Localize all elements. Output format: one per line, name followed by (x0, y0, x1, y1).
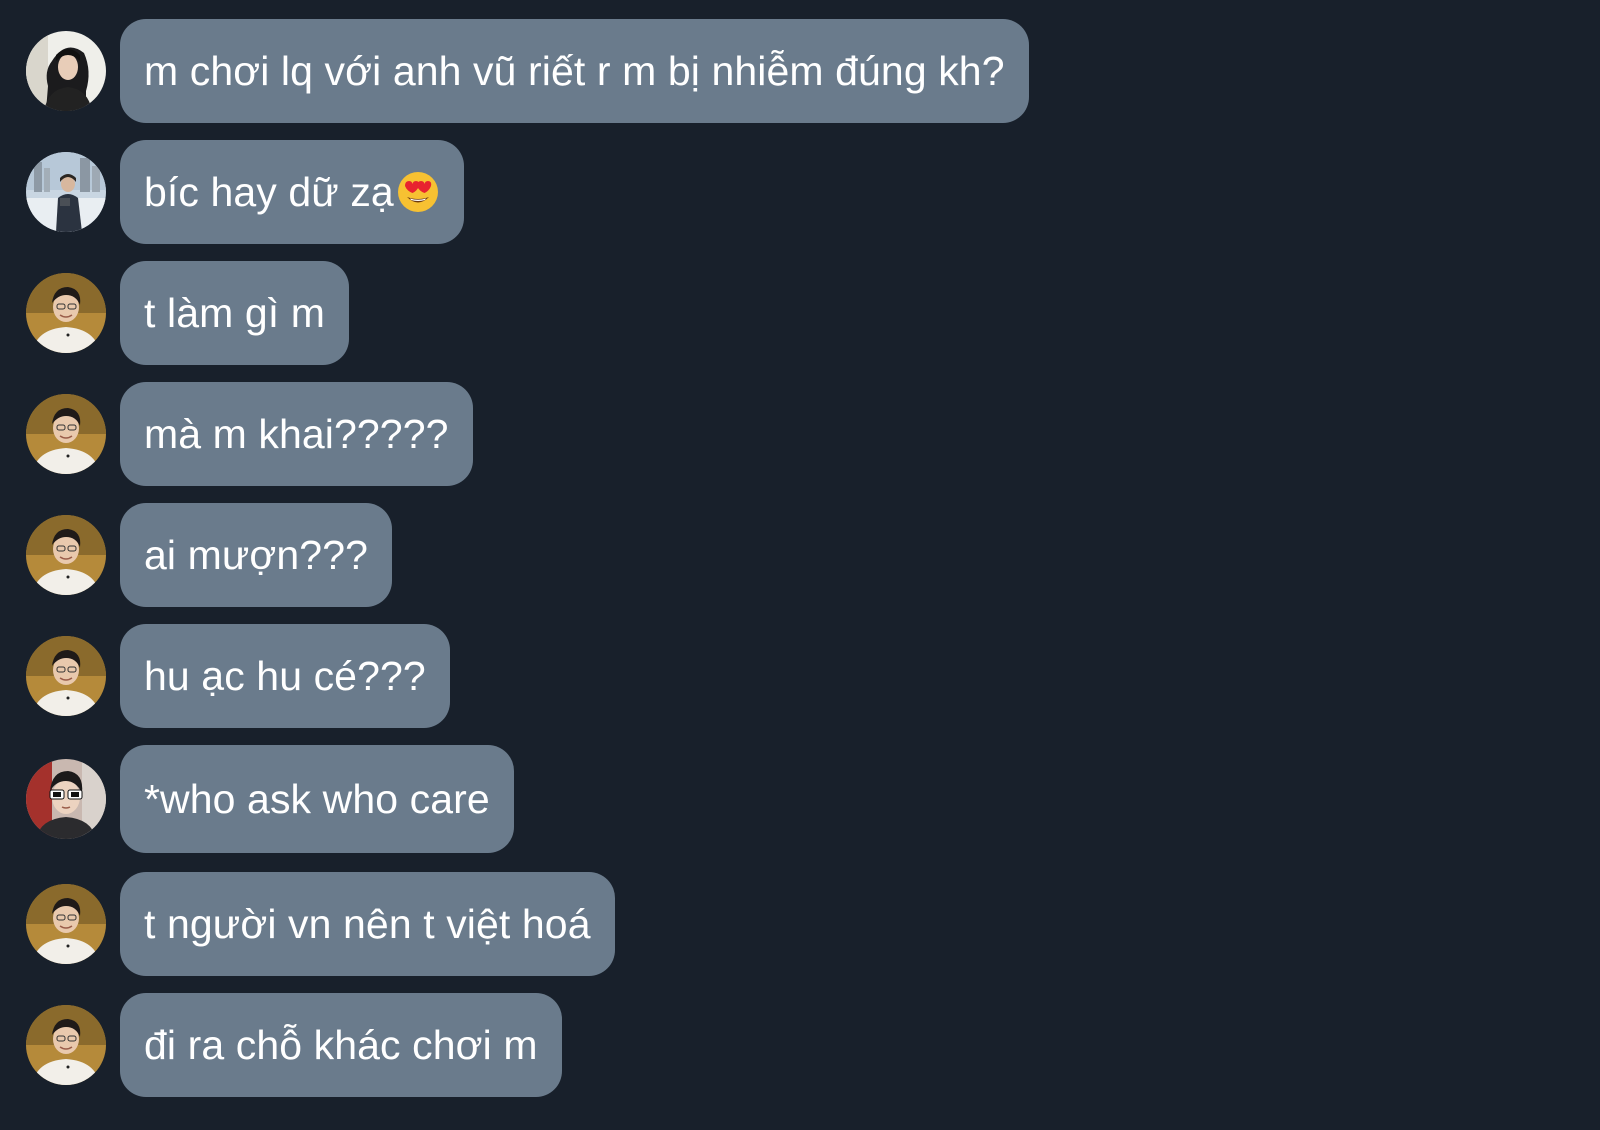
message-row[interactable]: hu ạc hu cé??? (26, 624, 450, 728)
avatar[interactable] (26, 759, 106, 839)
message-text: bíc hay dữ zạ (144, 169, 394, 215)
avatar-boy-smiling (26, 636, 106, 716)
avatar[interactable] (26, 273, 106, 353)
avatar-boy-smiling (26, 515, 106, 595)
message-text: t làm gì m (144, 290, 325, 336)
message-text: *who ask who care (144, 776, 490, 822)
message-row[interactable]: mà m khai????? (26, 382, 473, 486)
avatar[interactable] (26, 31, 106, 111)
avatar[interactable] (26, 1005, 106, 1085)
avatar-boy-sunglasses (26, 759, 106, 839)
message-bubble[interactable]: hu ạc hu cé??? (120, 624, 450, 728)
avatar[interactable] (26, 152, 106, 232)
message-bubble[interactable]: t người vn nên t việt hoá (120, 872, 615, 976)
avatar-boy-smiling (26, 394, 106, 474)
message-row[interactable]: t người vn nên t việt hoá (26, 872, 615, 976)
message-text: t người vn nên t việt hoá (144, 901, 591, 947)
message-bubble[interactable]: đi ra chỗ khác chơi m (120, 993, 562, 1097)
message-row[interactable]: *who ask who care (26, 745, 514, 853)
message-bubble[interactable]: m chơi lq với anh vũ riết r m bị nhiễm đ… (120, 19, 1029, 123)
message-text: ai mượn??? (144, 532, 368, 578)
message-text: đi ra chỗ khác chơi m (144, 1022, 538, 1068)
avatar-boy-smiling (26, 884, 106, 964)
message-text: m chơi lq với anh vũ riết r m bị nhiễm đ… (144, 48, 1005, 94)
message-row[interactable]: m chơi lq với anh vũ riết r m bị nhiễm đ… (26, 19, 1029, 123)
avatar[interactable] (26, 884, 106, 964)
message-row[interactable]: đi ra chỗ khác chơi m (26, 993, 562, 1097)
message-text: mà m khai????? (144, 411, 449, 457)
message-bubble[interactable]: ai mượn??? (120, 503, 392, 607)
message-bubble[interactable]: t làm gì m (120, 261, 349, 365)
avatar[interactable] (26, 515, 106, 595)
message-bubble[interactable]: bíc hay dữ zạ (120, 140, 464, 244)
avatar-girl-dark-hair (26, 31, 106, 111)
heart-eyes-emoji-icon (396, 170, 440, 214)
avatar-boy-smiling (26, 1005, 106, 1085)
message-bubble[interactable]: mà m khai????? (120, 382, 473, 486)
message-row[interactable]: t làm gì m (26, 261, 349, 365)
avatar[interactable] (26, 636, 106, 716)
message-bubble[interactable]: *who ask who care (120, 745, 514, 853)
message-row[interactable]: ai mượn??? (26, 503, 392, 607)
avatar-person-outdoor-city (26, 152, 106, 232)
chat-message-list[interactable]: m chơi lq với anh vũ riết r m bị nhiễm đ… (0, 0, 1600, 1130)
avatar[interactable] (26, 394, 106, 474)
message-row[interactable]: bíc hay dữ zạ (26, 140, 464, 244)
avatar-boy-smiling (26, 273, 106, 353)
message-text: hu ạc hu cé??? (144, 653, 426, 699)
